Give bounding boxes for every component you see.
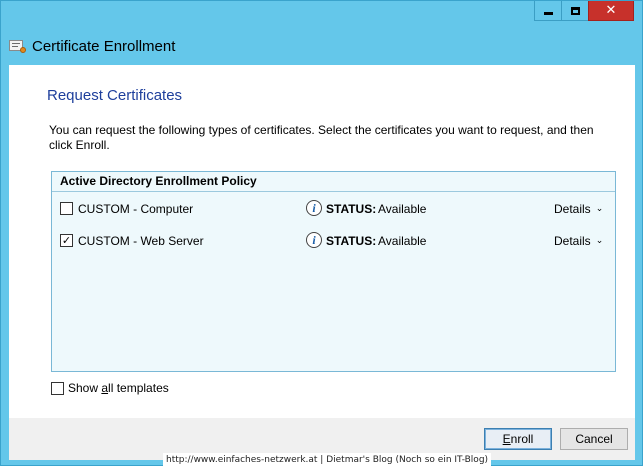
show-all-templates[interactable]: Show all templates bbox=[51, 381, 169, 395]
details-label: Details bbox=[554, 234, 591, 248]
certificate-row-web-server[interactable]: ✓ CUSTOM - Web Server i STATUS: Availabl… bbox=[52, 231, 615, 251]
enroll-button[interactable]: Enroll bbox=[484, 428, 552, 450]
info-icon: i bbox=[306, 232, 322, 248]
status-value: Available bbox=[378, 202, 427, 216]
policy-header: Active Directory Enrollment Policy bbox=[52, 172, 615, 192]
chevron-down-icon: ⌄ bbox=[595, 204, 604, 214]
maximize-icon bbox=[570, 6, 580, 15]
certificate-checkbox-computer[interactable] bbox=[60, 202, 73, 215]
minimize-button[interactable] bbox=[534, 1, 562, 21]
certificate-checkbox-web-server[interactable]: ✓ bbox=[60, 234, 73, 247]
enrollment-policy-list: Active Directory Enrollment Policy CUSTO… bbox=[51, 171, 616, 372]
certificate-icon bbox=[9, 39, 26, 53]
certificate-name: CUSTOM - Computer bbox=[78, 202, 194, 216]
cancel-button[interactable]: Cancel bbox=[560, 428, 628, 450]
minimize-icon bbox=[543, 12, 553, 15]
certificate-row-computer[interactable]: CUSTOM - Computer i STATUS: Available De… bbox=[52, 199, 615, 219]
show-all-templates-label: Show all templates bbox=[68, 381, 169, 395]
certificate-enrollment-window: ✕ Certificate Enrollment Request Certifi… bbox=[0, 0, 643, 466]
page-title: Request Certificates bbox=[47, 87, 183, 104]
chevron-down-icon: ⌄ bbox=[595, 236, 604, 246]
status-value: Available bbox=[378, 234, 427, 248]
title-bar: Certificate Enrollment bbox=[9, 35, 175, 57]
details-label: Details bbox=[554, 202, 591, 216]
status-label: STATUS: bbox=[326, 202, 377, 216]
watermark-text: http://www.einfaches-netzwerk.at | Dietm… bbox=[163, 453, 492, 466]
close-icon: ✕ bbox=[605, 3, 617, 18]
content-panel: Request Certificates You can request the… bbox=[9, 65, 635, 418]
window-title: Certificate Enrollment bbox=[32, 37, 176, 55]
intro-text: You can request the following types of c… bbox=[49, 123, 594, 152]
details-toggle-web-server[interactable]: Details ⌄ bbox=[554, 234, 603, 248]
details-toggle-computer[interactable]: Details ⌄ bbox=[554, 202, 603, 216]
status-label: STATUS: bbox=[326, 234, 377, 248]
certificate-name: CUSTOM - Web Server bbox=[78, 234, 204, 248]
window-controls: ✕ bbox=[534, 1, 634, 21]
info-icon: i bbox=[306, 200, 322, 216]
close-button[interactable]: ✕ bbox=[588, 1, 634, 21]
show-all-templates-checkbox[interactable] bbox=[51, 381, 64, 395]
maximize-button[interactable] bbox=[561, 1, 589, 21]
